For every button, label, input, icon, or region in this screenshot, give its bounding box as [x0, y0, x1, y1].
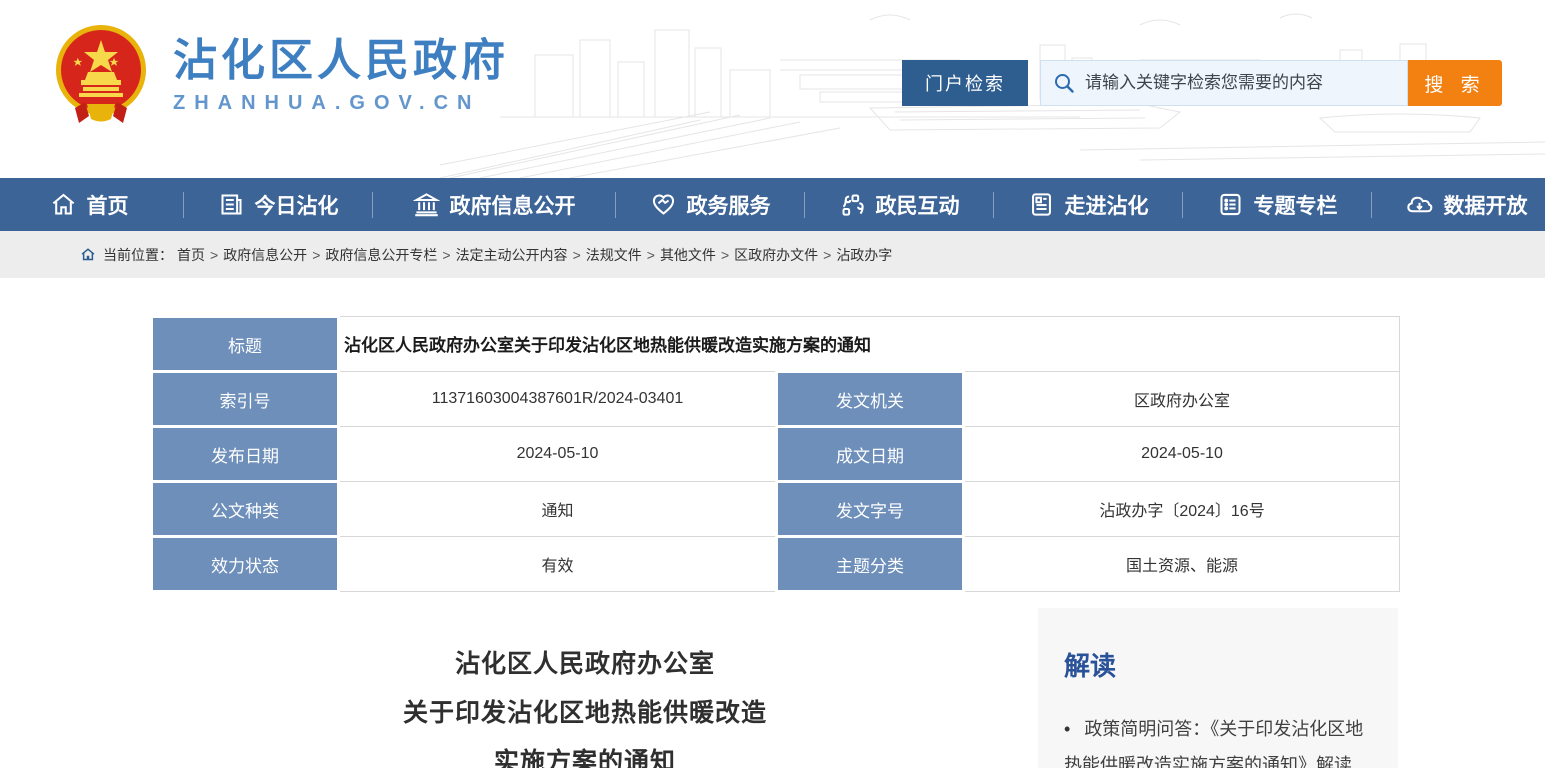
home-icon	[50, 191, 77, 218]
table-row: 索引号 11371603004387601R/2024-03401 发文机关 区…	[152, 372, 1400, 427]
breadcrumb-separator: >	[312, 247, 320, 263]
nav-item-gov-info-disclosure[interactable]: 政府信息公开	[378, 190, 610, 220]
nav-divider	[804, 192, 805, 218]
search-input[interactable]	[1085, 73, 1395, 93]
interpretation-panel: 解读 •政策简明问答：《关于印发沾化区地热能供暖改造实施方案的通知》解读	[1038, 608, 1398, 768]
site-header: 沾化区人民政府 ZHANHUA.GOV.CN 门户检索 搜 索	[0, 0, 1545, 178]
breadcrumb-item-other-files[interactable]: 其他文件	[660, 245, 716, 265]
nav-divider	[372, 192, 373, 218]
meta-label-index-number: 索引号	[152, 372, 339, 427]
search-submit-button[interactable]: 搜 索	[1408, 60, 1502, 106]
meta-value-index-number: 11371603004387601R/2024-03401	[339, 372, 777, 427]
meta-value-validity-status: 有效	[339, 537, 777, 592]
search-icon	[1053, 72, 1075, 94]
main-content: 标题 沾化区人民政府办公室关于印发沾化区地热能供暖改造实施方案的通知 索引号 1…	[0, 315, 1545, 768]
portal-search-button[interactable]: 门户检索	[902, 60, 1028, 106]
meta-label-document-type: 公文种类	[152, 482, 339, 537]
breadcrumb-separator: >	[210, 247, 218, 263]
meta-value-subject-category: 国土资源、能源	[964, 537, 1400, 592]
breadcrumb-separator: >	[647, 247, 655, 263]
nav-item-gov-services[interactable]: 政务服务	[621, 190, 799, 220]
breadcrumb: 当前位置： 首页 > 政府信息公开 > 政府信息公开专栏 > 法定主动公开内容 …	[0, 231, 1545, 278]
site-domain: ZHANHUA.GOV.CN	[173, 92, 509, 115]
meta-label-written-date: 成文日期	[777, 427, 964, 482]
nav-item-special-columns[interactable]: 专题专栏	[1188, 190, 1366, 220]
breadcrumb-item-zhanzhengbanzi[interactable]: 沾政办字	[836, 245, 892, 265]
bullet-list-icon	[1217, 191, 1244, 218]
document-icon	[1028, 191, 1055, 218]
nav-item-public-interaction[interactable]: 政民互动	[810, 190, 988, 220]
site-title: 沾化区人民政府	[173, 36, 509, 86]
meta-label-title: 标题	[152, 317, 339, 372]
nav-divider	[993, 192, 994, 218]
document-metadata-table: 标题 沾化区人民政府办公室关于印发沾化区地热能供暖改造实施方案的通知 索引号 1…	[150, 315, 1400, 593]
meta-label-issuing-agency: 发文机关	[777, 372, 964, 427]
breadcrumb-item-home[interactable]: 首页	[177, 245, 205, 265]
main-navigation: 首页 今日沾化 政府信息公开 政务服务 政民互动	[0, 178, 1545, 231]
document-title-line-3: 实施方案的通知	[150, 738, 1020, 768]
national-emblem-logo	[55, 24, 147, 126]
meta-value-title: 沾化区人民政府办公室关于印发沾化区地热能供暖改造实施方案的通知	[339, 317, 1400, 372]
nav-divider	[1182, 192, 1183, 218]
search-box	[1040, 60, 1408, 106]
heart-handshake-icon	[650, 191, 677, 218]
meta-value-publish-date: 2024-05-10	[339, 427, 777, 482]
meta-value-document-number: 沾政办字〔2024〕16号	[964, 482, 1400, 537]
meta-label-publish-date: 发布日期	[152, 427, 339, 482]
interpretation-link-text: 政策简明问答：《关于印发沾化区地热能供暖改造实施方案的通知》解读	[1064, 719, 1363, 768]
meta-value-issuing-agency: 区政府办公室	[964, 372, 1400, 427]
breadcrumb-separator: >	[442, 247, 450, 263]
nav-item-into-zhanhua[interactable]: 走进沾化	[999, 190, 1177, 220]
nav-divider	[615, 192, 616, 218]
meta-value-document-type: 通知	[339, 482, 777, 537]
table-row: 标题 沾化区人民政府办公室关于印发沾化区地热能供暖改造实施方案的通知	[152, 317, 1400, 372]
document-title-line-2: 关于印发沾化区地热能供暖改造	[150, 689, 1020, 738]
table-row: 效力状态 有效 主题分类 国土资源、能源	[152, 537, 1400, 592]
meta-label-validity-status: 效力状态	[152, 537, 339, 592]
breadcrumb-item-district-office-files[interactable]: 区政府办文件	[734, 245, 818, 265]
nav-item-open-data[interactable]: 数据开放	[1377, 190, 1545, 220]
nav-item-home[interactable]: 首页	[0, 190, 178, 220]
breadcrumb-item-gov-info[interactable]: 政府信息公开	[223, 245, 307, 265]
chat-quotes-icon	[839, 191, 866, 218]
interpretation-link[interactable]: •政策简明问答：《关于印发沾化区地热能供暖改造实施方案的通知》解读	[1064, 711, 1376, 768]
breadcrumb-separator: >	[823, 247, 831, 263]
table-row: 发布日期 2024-05-10 成文日期 2024-05-10	[152, 427, 1400, 482]
meta-label-document-number: 发文字号	[777, 482, 964, 537]
document-title: 沾化区人民政府办公室 关于印发沾化区地热能供暖改造 实施方案的通知	[150, 608, 1020, 768]
meta-label-subject-category: 主题分类	[777, 537, 964, 592]
breadcrumb-separator: >	[573, 247, 581, 263]
breadcrumb-separator: >	[721, 247, 729, 263]
nav-divider	[1371, 192, 1372, 218]
nav-item-today-zhanhua[interactable]: 今日沾化	[189, 190, 367, 220]
breadcrumb-item-gov-info-column[interactable]: 政府信息公开专栏	[325, 245, 437, 265]
bank-icon	[413, 191, 440, 218]
breadcrumb-item-statutory-disclosure[interactable]: 法定主动公开内容	[456, 245, 568, 265]
document-title-line-1: 沾化区人民政府办公室	[150, 640, 1020, 689]
newspaper-icon	[218, 191, 245, 218]
interpretation-heading: 解读	[1064, 646, 1376, 683]
table-row: 公文种类 通知 发文字号 沾政办字〔2024〕16号	[152, 482, 1400, 537]
breadcrumb-prefix: 当前位置：	[103, 245, 173, 265]
nav-divider	[183, 192, 184, 218]
breadcrumb-home-icon	[80, 247, 96, 262]
breadcrumb-item-regulation-files[interactable]: 法规文件	[586, 245, 642, 265]
meta-value-written-date: 2024-05-10	[964, 427, 1400, 482]
bullet-icon: •	[1064, 719, 1070, 739]
cloud-download-icon	[1405, 191, 1434, 218]
